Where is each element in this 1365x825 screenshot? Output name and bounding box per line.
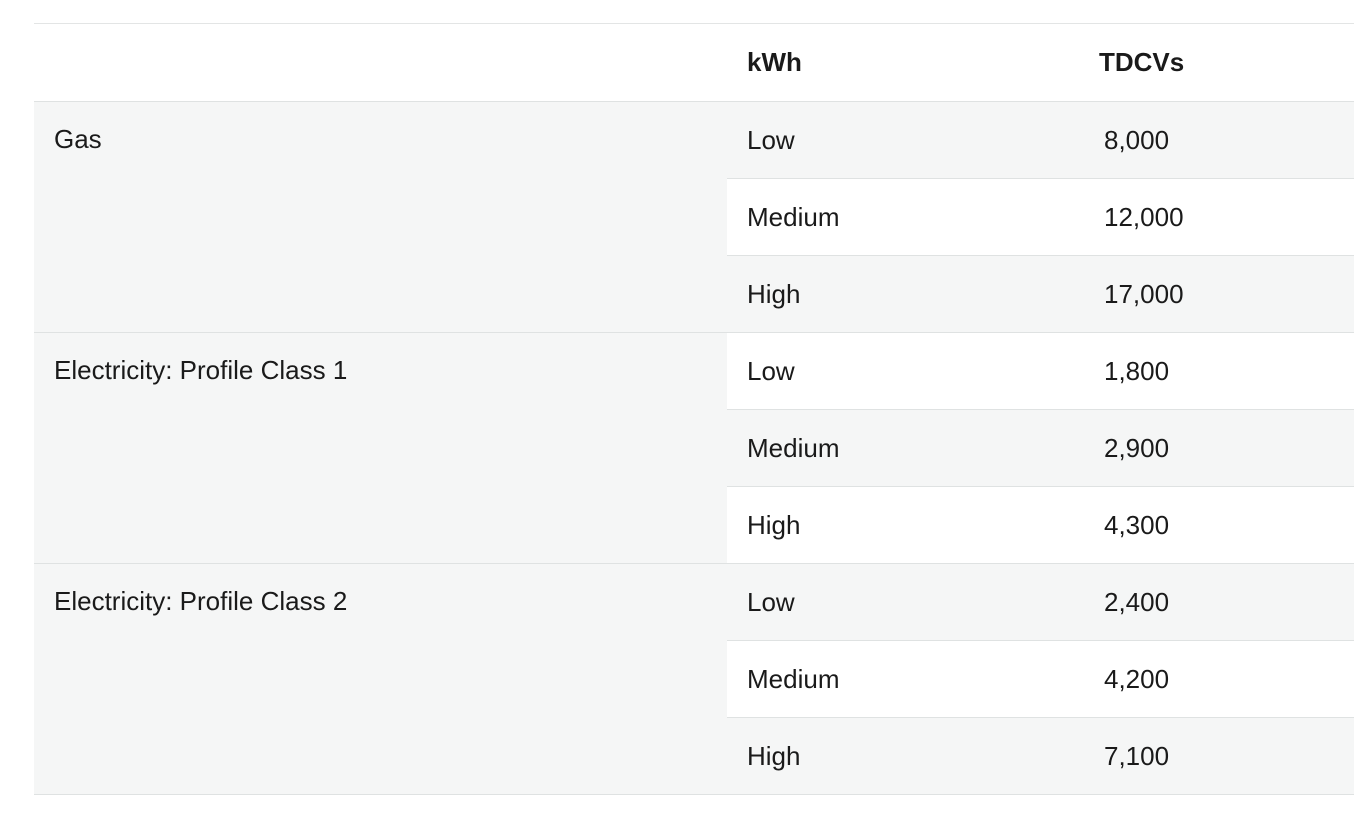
consumption-level: Low <box>727 563 1007 641</box>
header-kwh: kWh <box>727 23 1007 102</box>
tdcv-table: kWh TDCVs Gas Low 8,000 Medium 12,000 Hi… <box>34 23 1354 795</box>
consumption-level: High <box>727 255 1007 333</box>
consumption-level: High <box>727 486 1007 564</box>
table-row: Gas Low 8,000 <box>34 101 1354 333</box>
row-spacer <box>1258 717 1354 795</box>
header-spacer <box>1258 23 1354 102</box>
consumption-level: Low <box>727 332 1007 410</box>
fuel-type-label: Electricity: Profile Class 1 <box>34 332 727 564</box>
fuel-type-label: Electricity: Profile Class 2 <box>34 563 727 795</box>
row-spacer <box>1258 255 1354 333</box>
row-spacer <box>1258 640 1354 718</box>
row-spacer <box>1258 486 1354 564</box>
consumption-level: Medium <box>727 178 1007 256</box>
table-row: Electricity: Profile Class 1 Low 1,800 <box>34 332 1354 564</box>
consumption-level: Medium <box>727 640 1007 718</box>
tdcv-value: 4,300 <box>1007 486 1258 564</box>
tdcv-value: 12,000 <box>1007 178 1258 256</box>
row-spacer <box>1258 101 1354 179</box>
tdcv-table-container: kWh TDCVs Gas Low 8,000 Medium 12,000 Hi… <box>34 23 1354 795</box>
row-spacer <box>1258 332 1354 410</box>
tdcv-value: 1,800 <box>1007 332 1258 410</box>
fuel-type-label: Gas <box>34 101 727 333</box>
row-spacer <box>1258 563 1354 641</box>
consumption-level: Low <box>727 101 1007 179</box>
tdcv-value: 4,200 <box>1007 640 1258 718</box>
tdcv-value: 2,400 <box>1007 563 1258 641</box>
tdcv-value: 17,000 <box>1007 255 1258 333</box>
table-header-row: kWh TDCVs <box>34 23 1354 102</box>
tdcv-value: 2,900 <box>1007 409 1258 487</box>
tdcv-value: 7,100 <box>1007 717 1258 795</box>
table-row: Electricity: Profile Class 2 Low 2,400 <box>34 563 1354 795</box>
header-tdcvs: TDCVs <box>1007 23 1258 102</box>
row-spacer <box>1258 178 1354 256</box>
header-blank <box>34 23 727 102</box>
row-spacer <box>1258 409 1354 487</box>
consumption-level: Medium <box>727 409 1007 487</box>
consumption-level: High <box>727 717 1007 795</box>
tdcv-value: 8,000 <box>1007 101 1258 179</box>
